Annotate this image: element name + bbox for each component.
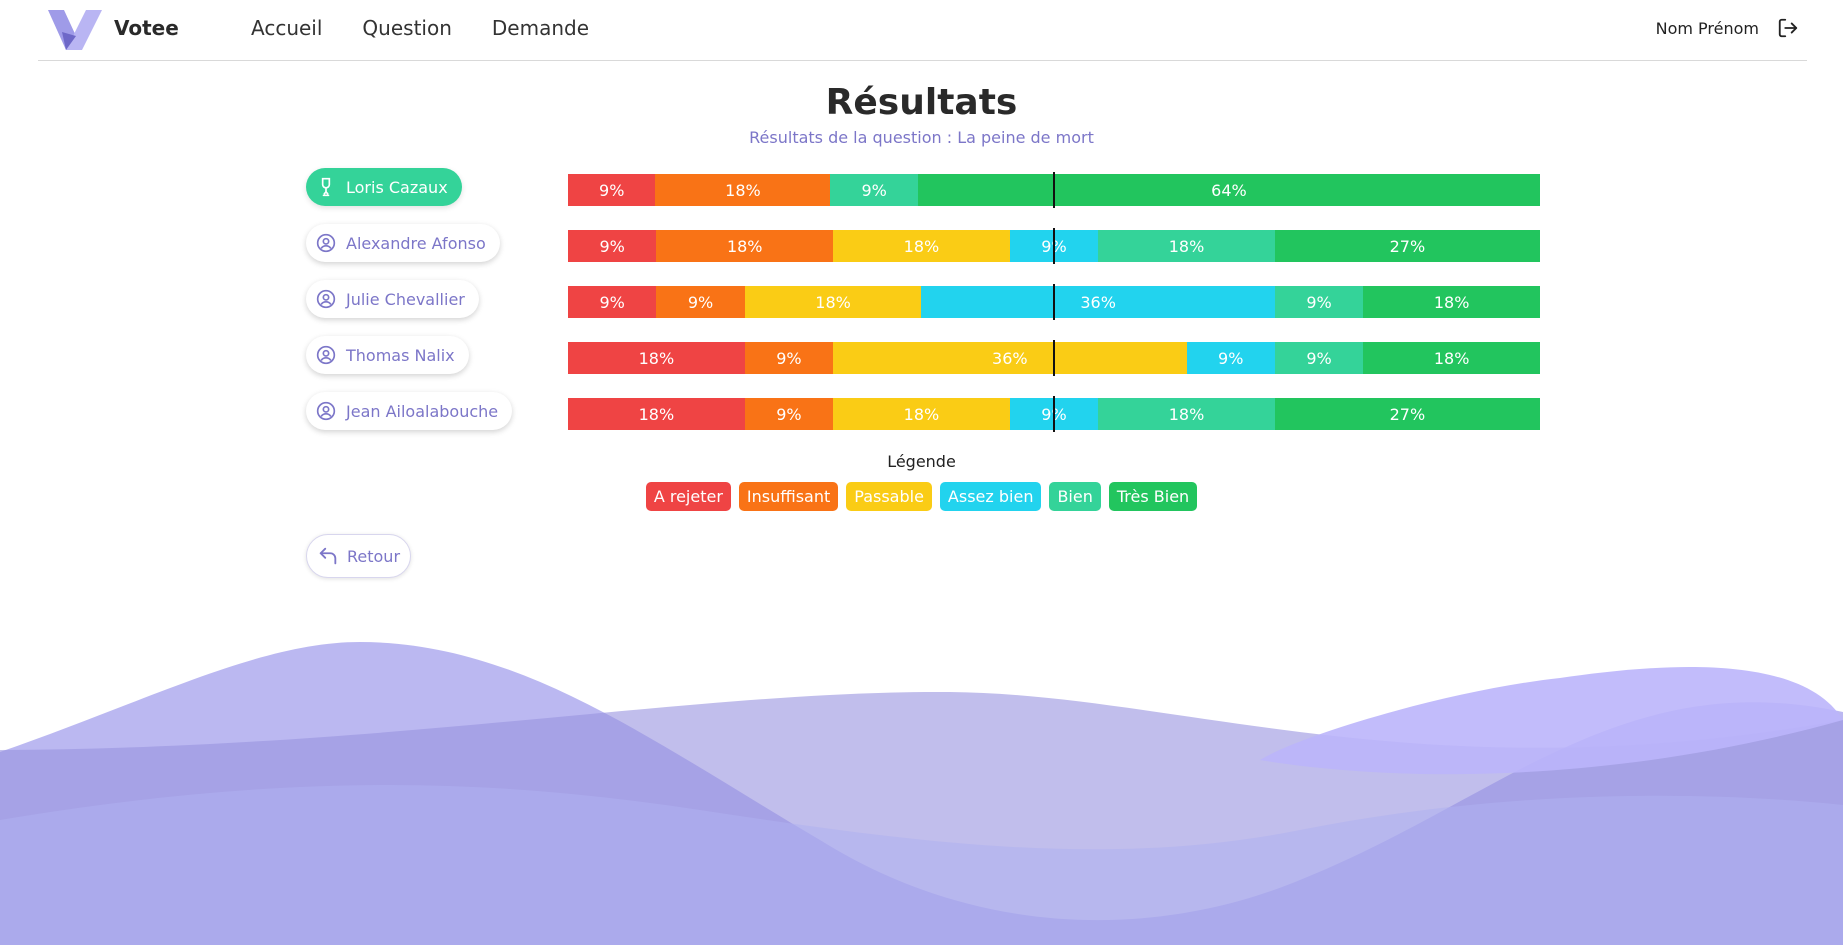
median-line <box>1053 284 1055 320</box>
median-line <box>1053 396 1055 432</box>
bar-segment-insuffisant: 9% <box>744 398 834 430</box>
nav-demande[interactable]: Demande <box>492 16 589 40</box>
legend-item: Assez bien <box>939 482 1042 511</box>
result-row: Loris Cazaux 9% 18% 9% 64% <box>306 168 1540 208</box>
result-row: Jean Ailoalabouche18%9%18%9%18%27% <box>306 392 1540 432</box>
reply-arrow-icon <box>319 547 337 565</box>
user-circle-icon <box>316 401 336 421</box>
candidate-name: Julie Chevallier <box>346 289 465 309</box>
bar-segment-insuffisant: 18% <box>656 230 834 262</box>
result-row: Julie Chevallier 9% 9% 18% 36% 9% 18% <box>306 280 1540 320</box>
bar-segment-très-bien: 64% <box>917 174 1540 206</box>
bar-segment-très-bien: 27% <box>1274 398 1540 430</box>
bar-segment-insuffisant: 9% <box>656 286 745 318</box>
bar-segment-passable: 36% <box>833 342 1187 374</box>
legend-item: Très Bien <box>1108 482 1198 511</box>
back-button[interactable]: Retour <box>306 534 412 578</box>
bar-segment-assez-bien: 36% <box>921 286 1275 318</box>
bar-segment-insuffisant: 18% <box>655 174 831 206</box>
user-circle-icon <box>316 233 336 253</box>
candidate-chip: Jean Ailoalabouche <box>306 392 513 430</box>
median-line <box>1053 172 1055 208</box>
bar-segment-bien: 9% <box>830 174 918 206</box>
bar-segment-a-rejeter: 9% <box>568 230 657 262</box>
votee-logo-icon[interactable] <box>46 6 104 54</box>
legend: A rejeter Insuffisant Passable Assez bien Bi… <box>0 482 1843 511</box>
median-line <box>1053 340 1055 376</box>
bar-segment-assez-bien: 9% <box>1186 342 1275 374</box>
bar-segment-a-rejeter: 18% <box>568 342 745 374</box>
page-title: Résultats <box>825 82 1018 123</box>
bar-segment-a-rejeter: 18% <box>568 398 745 430</box>
decorative-waves <box>0 642 1843 945</box>
legend-item: Passable <box>846 482 932 511</box>
bar-segment-insuffisant: 9% <box>744 342 834 374</box>
bar-segment-passable: 18% <box>833 230 1010 262</box>
bar-segment-a-rejeter: 9% <box>568 286 657 318</box>
bar-segment-passable: 18% <box>744 286 922 318</box>
bar-segment-bien: 18% <box>1098 230 1275 262</box>
user-name[interactable]: Nom Prénom <box>1656 19 1759 38</box>
bar-segment-très-bien: 18% <box>1363 286 1540 318</box>
user-circle-icon <box>316 289 336 309</box>
result-row: Thomas Nalix 18% 9% 36% 9% 9% 18% <box>306 336 1540 376</box>
bar-segment-très-bien: 18% <box>1363 342 1540 374</box>
legend-item: Insuffisant <box>738 482 839 511</box>
candidate-chip: Alexandre Afonso <box>306 224 500 262</box>
back-button-label: Retour <box>347 546 401 566</box>
candidate-name: Alexandre Afonso <box>346 233 486 253</box>
brand-name[interactable]: Votee <box>114 16 179 40</box>
median-line <box>1053 228 1055 264</box>
main-nav: Accueil Question Demande <box>251 16 589 40</box>
user-circle-icon <box>316 345 336 365</box>
logout-icon[interactable] <box>1777 17 1799 39</box>
bar-segment-très-bien: 27% <box>1274 230 1540 262</box>
legend-title: Légende <box>887 452 956 471</box>
result-row: Alexandre Afonso9%18%18%9%18%27% <box>306 224 1540 264</box>
candidate-name: Loris Cazaux <box>346 177 448 197</box>
legend-item: Bien <box>1049 482 1101 511</box>
candidate-name: Jean Ailoalabouche <box>346 401 499 421</box>
bar-segment-passable: 18% <box>833 398 1010 430</box>
top-navbar: Votee Accueil Question Demande Nom Préno… <box>38 0 1807 61</box>
bar-segment-bien: 9% <box>1274 286 1364 318</box>
candidate-name: Thomas Nalix <box>346 345 455 365</box>
winner-candidate-chip: Loris Cazaux <box>306 168 462 206</box>
candidate-chip: Thomas Nalix <box>306 336 469 374</box>
bar-segment-a-rejeter: 9% <box>568 174 656 206</box>
medal-icon <box>321 177 331 197</box>
page-subtitle: Résultats de la question : La peine de m… <box>749 128 1094 147</box>
nav-question[interactable]: Question <box>362 16 451 40</box>
legend-item: A rejeter <box>645 482 731 511</box>
candidate-chip: Julie Chevallier <box>306 280 479 318</box>
bar-segment-bien: 18% <box>1098 398 1275 430</box>
nav-accueil[interactable]: Accueil <box>251 16 322 40</box>
bar-segment-bien: 9% <box>1274 342 1364 374</box>
